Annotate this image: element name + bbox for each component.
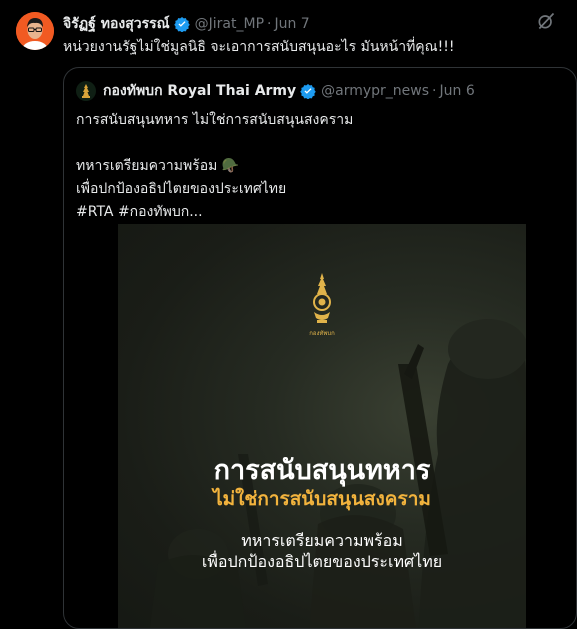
quoted-avatar[interactable] bbox=[76, 81, 96, 101]
author-avatar[interactable] bbox=[16, 12, 54, 50]
quoted-media-image[interactable]: กองทัพบก การสนับสนุนทหาร ไม่ใช่การสนับสน… bbox=[118, 224, 526, 628]
quoted-author-name[interactable]: กองทัพบก Royal Thai Army bbox=[103, 80, 296, 102]
quoted-line-2: ทหารเตรียมความพร้อม 🪖 bbox=[76, 158, 240, 174]
separator-dot: · bbox=[267, 16, 272, 32]
hashtag-rta[interactable]: #RTA bbox=[76, 204, 113, 220]
hashtag-army[interactable]: #กองทัพบก... bbox=[118, 204, 203, 220]
quoted-line-1: การสนับสนุนทหาร ไม่ใช่การสนับสนุนสงคราม bbox=[76, 112, 354, 128]
author-handle[interactable]: @Jirat_MP bbox=[195, 16, 264, 32]
verified-badge-icon bbox=[173, 16, 190, 32]
media-line-4: เพื่อปกป้องอธิปไตยของประเทศไทย bbox=[201, 552, 443, 571]
quoted-author-handle[interactable]: @armypr_news bbox=[321, 83, 429, 99]
author-name[interactable]: จิรัฏฐ์ ทองสุวรรณ์ bbox=[63, 13, 170, 35]
tweet-date[interactable]: Jun 7 bbox=[274, 16, 309, 32]
quoted-tweet[interactable]: กองทัพบก Royal Thai Army @armypr_news · … bbox=[63, 67, 577, 629]
royal-thai-army-emblem-icon bbox=[311, 272, 333, 332]
tweet-header: จิรัฏฐ์ ทองสุวรรณ์ @Jirat_MP · Jun 7 bbox=[63, 13, 310, 35]
tweet-text: หน่วยงานรัฐไม่ใช่มูลนิธิ จะเอาการสนับสนุ… bbox=[63, 39, 455, 55]
quoted-text: การสนับสนุนทหาร ไม่ใช่การสนับสนุนสงคราม … bbox=[76, 109, 353, 224]
quoted-header: กองทัพบก Royal Thai Army @armypr_news · … bbox=[76, 80, 475, 102]
quoted-line-3: เพื่อปกป้องอธิปไตยของประเทศไทย bbox=[76, 181, 287, 197]
verified-badge-icon bbox=[300, 83, 316, 99]
separator-dot: · bbox=[432, 83, 437, 99]
emblem-label: กองทัพบก bbox=[309, 330, 335, 337]
quoted-date[interactable]: Jun 6 bbox=[440, 83, 475, 99]
media-subtitle: ไม่ใช่การสนับสนุนสงคราม bbox=[213, 488, 431, 510]
grok-icon[interactable] bbox=[536, 11, 556, 35]
